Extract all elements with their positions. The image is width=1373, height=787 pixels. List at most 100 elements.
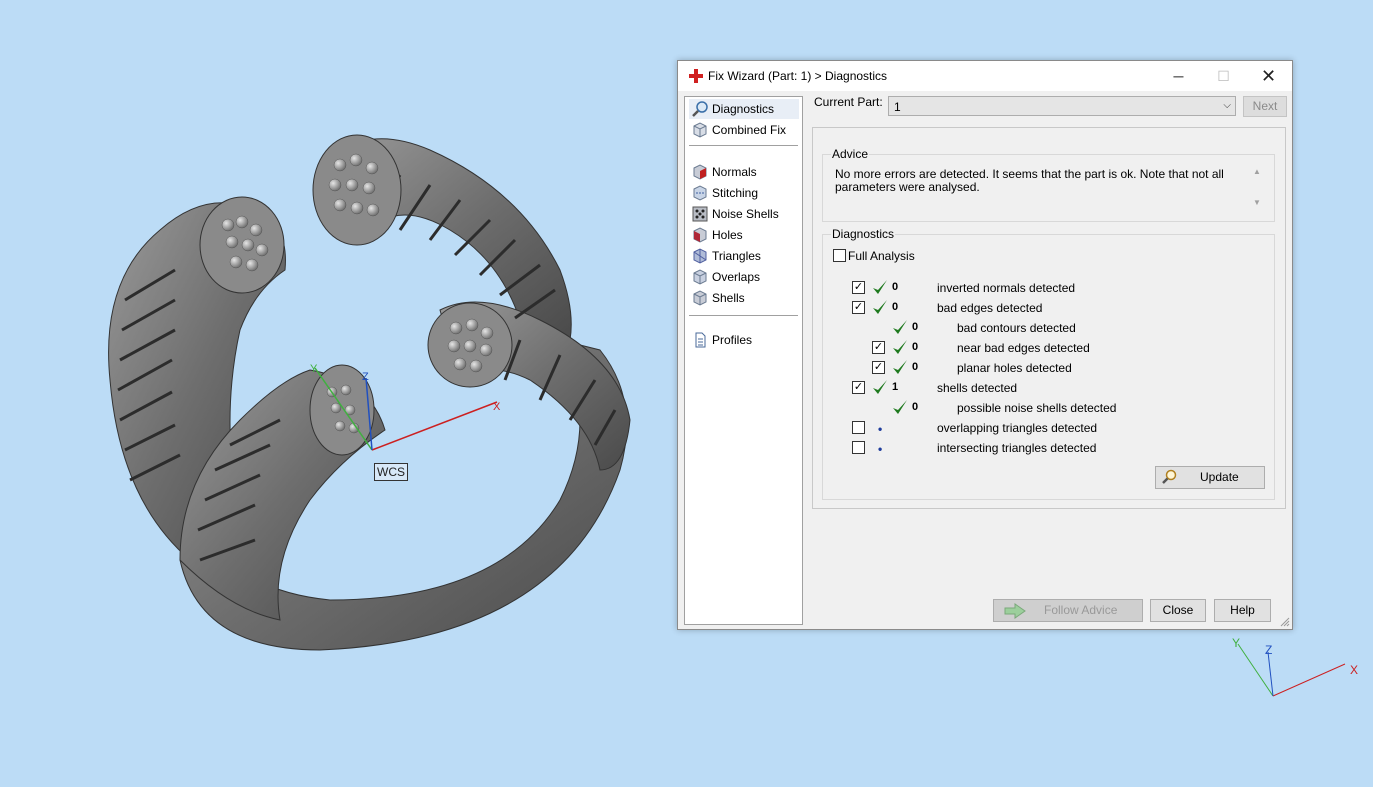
diagnostic-label: overlapping triangles detected — [937, 421, 1098, 435]
diagnostic-count: 0 — [912, 341, 919, 353]
green-check-icon — [893, 360, 907, 374]
next-button[interactable]: Next — [1243, 96, 1287, 117]
diagnostic-checkbox[interactable]: ✓ — [872, 361, 885, 374]
title-bar[interactable]: Fix Wizard (Part: 1) > Diagnostics ─ ☐ ✕ — [678, 61, 1292, 91]
nav-item-normals[interactable]: Normals — [689, 162, 799, 182]
triad-x-label: X — [1350, 663, 1358, 677]
nav-label: Shells — [712, 291, 745, 305]
magnifier-icon — [1162, 469, 1177, 484]
minimize-button[interactable]: ─ — [1156, 61, 1201, 91]
resize-grip-icon[interactable] — [1280, 617, 1290, 627]
diagnostic-checkbox[interactable] — [852, 421, 865, 434]
magnifier-icon — [692, 101, 708, 117]
axis-triad: X Y Z — [1232, 636, 1358, 697]
diagnostics-panel: Advice No more errors are detected. It s… — [812, 127, 1286, 509]
nav-label: Profiles — [712, 333, 753, 347]
nav-item-combined-fix[interactable]: Combined Fix — [689, 120, 799, 140]
chevron-down-icon: ⌵ — [1223, 100, 1231, 111]
diagnostic-checkbox[interactable]: ✓ — [852, 381, 865, 394]
diagnostic-label: shells detected — [937, 381, 1018, 395]
diagnostic-checkbox[interactable]: ✓ — [872, 341, 885, 354]
wcs-z-label: Z — [362, 371, 369, 383]
update-button[interactable]: Update — [1155, 466, 1265, 489]
diagnostic-checkbox[interactable]: ✓ — [852, 281, 865, 294]
full-analysis-checkbox[interactable] — [833, 249, 846, 262]
current-part-label: Current Part: — [814, 95, 883, 109]
update-label: Update — [1200, 470, 1239, 484]
diagnostic-label: bad edges detected — [937, 301, 1043, 315]
maximize-button[interactable]: ☐ — [1201, 61, 1246, 91]
help-button[interactable]: Help — [1214, 599, 1271, 622]
nav-item-holes[interactable]: Holes — [689, 225, 799, 245]
advice-group: Advice No more errors are detected. It s… — [822, 147, 1275, 222]
pending-dot-icon: • — [878, 422, 883, 436]
current-part-select[interactable]: 1 ⌵ — [888, 96, 1236, 116]
scroll-down-icon[interactable]: ▼ — [1249, 198, 1265, 207]
diagnostic-label: bad contours detected — [957, 321, 1076, 335]
nav-label: Holes — [712, 228, 743, 242]
wcs-x-label: X — [493, 401, 501, 413]
green-check-icon — [893, 340, 907, 354]
nav-item-overlaps[interactable]: Overlaps — [689, 267, 799, 287]
nav-label: Combined Fix — [712, 123, 787, 137]
nav-item-shells[interactable]: Shells — [689, 288, 799, 308]
close-button[interactable]: Close — [1150, 599, 1206, 622]
triad-y-label: Y — [1232, 636, 1240, 650]
nav-item-noise-shells[interactable]: Noise Shells — [689, 204, 799, 224]
wcs-label: WCS — [374, 463, 408, 481]
scroll-up-icon[interactable]: ▲ — [1249, 167, 1265, 176]
close-window-button[interactable]: ✕ — [1246, 61, 1291, 91]
nav-label: Noise Shells — [712, 207, 779, 221]
nav-item-triangles[interactable]: Triangles — [689, 246, 799, 266]
noise-shells-icon — [692, 206, 708, 222]
green-check-icon — [873, 300, 887, 314]
nav-item-profiles[interactable]: Profiles — [689, 330, 799, 350]
diagnostic-count: 0 — [892, 281, 899, 293]
nav-label: Normals — [712, 165, 757, 179]
window-title: Fix Wizard (Part: 1) > Diagnostics — [708, 69, 888, 83]
nav-label: Stitching — [712, 186, 759, 200]
red-cross-icon — [689, 69, 703, 83]
nav-label: Triangles — [712, 249, 761, 263]
current-part-value: 1 — [894, 100, 901, 114]
diagnostic-label: possible noise shells detected — [957, 401, 1117, 415]
fix-wizard-window[interactable]: Fix Wizard (Part: 1) > Diagnostics ─ ☐ ✕… — [677, 60, 1293, 630]
diagnostics-title: Diagnostics — [831, 227, 896, 241]
diagnostic-checkbox[interactable] — [852, 441, 865, 454]
advice-title: Advice — [831, 147, 870, 161]
diagnostic-row: ✓ 1 shells detected — [823, 378, 1263, 398]
green-check-icon — [873, 380, 887, 394]
nav-divider — [689, 315, 798, 316]
triad-z-label: Z — [1265, 643, 1272, 657]
green-arrow-icon — [1004, 603, 1026, 619]
diagnostics-group: Diagnostics Full Analysis ✓ 0 inverted nor… — [822, 227, 1275, 500]
diagnostic-checkbox[interactable]: ✓ — [852, 301, 865, 314]
diagnostic-label: planar holes detected — [957, 361, 1072, 375]
full-analysis-label: Full Analysis — [848, 249, 915, 263]
document-icon — [695, 332, 706, 348]
diagnostic-label: near bad edges detected — [957, 341, 1090, 355]
diagnostic-count: 0 — [912, 401, 919, 413]
follow-advice-button[interactable]: Follow Advice — [993, 599, 1143, 622]
ring-model[interactable] — [108, 134, 631, 651]
nav-item-diagnostics[interactable]: Diagnostics — [689, 99, 799, 119]
normals-cube-icon — [693, 164, 707, 180]
diagnostic-row: ✓ 0 planar holes detected — [823, 358, 1263, 378]
advice-text: No more errors are detected. It seems th… — [835, 167, 1224, 194]
diagnostic-label: inverted normals detected — [937, 281, 1076, 295]
holes-cube-icon — [693, 227, 707, 243]
follow-advice-label: Follow Advice — [1044, 603, 1118, 617]
diagnostic-row: 0 possible noise shells detected — [823, 398, 1263, 418]
nav-divider — [689, 145, 798, 146]
diagnostic-row: • intersecting triangles detected — [823, 438, 1263, 458]
tube-end-top — [312, 134, 402, 246]
nav-label: Diagnostics — [712, 102, 775, 116]
cube-icon — [693, 122, 707, 138]
advice-scrollbar[interactable]: ▲ ▼ — [1249, 167, 1265, 213]
nav-item-stitching[interactable]: Stitching — [689, 183, 799, 203]
diagnostic-row: 0 bad contours detected — [823, 318, 1263, 338]
green-check-icon — [893, 320, 907, 334]
diagnostic-count: 1 — [892, 381, 899, 393]
stitching-cube-icon — [693, 185, 707, 201]
green-check-icon — [873, 280, 887, 294]
